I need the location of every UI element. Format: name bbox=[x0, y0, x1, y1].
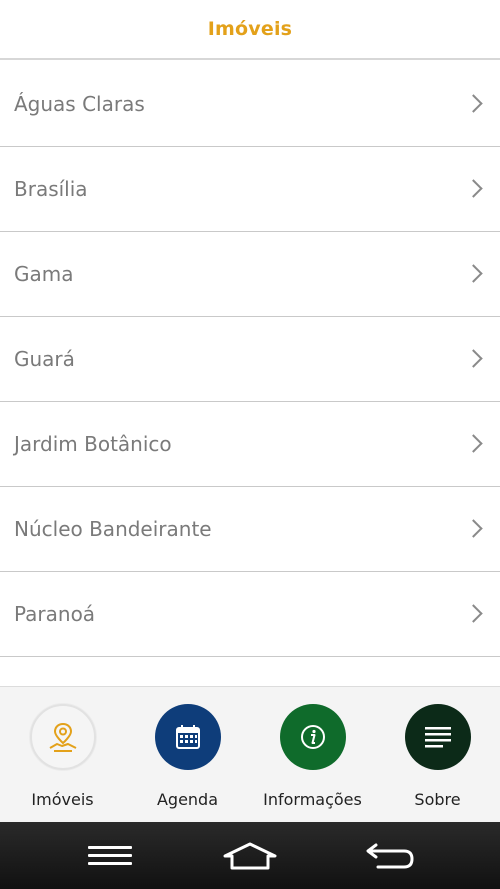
tab-imoveis[interactable]: Imóveis bbox=[0, 687, 125, 823]
system-home-button[interactable] bbox=[210, 834, 290, 878]
menu-lines-icon bbox=[424, 727, 451, 748]
tab-label: Imóveis bbox=[31, 790, 94, 809]
bottom-tab-bar: Imóveis Agenda Informações Sobre bbox=[0, 686, 500, 822]
tab-imoveis-circle[interactable] bbox=[29, 704, 96, 770]
page-title: Imóveis bbox=[207, 18, 293, 40]
hamburger-menu-icon bbox=[88, 846, 132, 865]
list-item-label: Brasília bbox=[14, 177, 88, 201]
list-item-jardim-botanico[interactable]: Jardim Botânico bbox=[0, 402, 500, 487]
chevron-right-icon bbox=[464, 264, 483, 283]
chevron-right-icon bbox=[464, 604, 483, 623]
chevron-right-icon bbox=[464, 519, 483, 538]
info-icon bbox=[300, 725, 325, 749]
list-item-nucleo-bandeirante[interactable]: Núcleo Bandeirante bbox=[0, 487, 500, 572]
tab-agenda-circle[interactable] bbox=[154, 704, 221, 770]
tab-label: Agenda bbox=[156, 790, 219, 809]
list-item-gama[interactable]: Gama bbox=[0, 232, 500, 317]
list-item-brasilia[interactable]: Brasília bbox=[0, 147, 500, 232]
system-navigation-bar bbox=[0, 822, 500, 889]
chevron-right-icon bbox=[464, 179, 483, 198]
list-item-guara[interactable]: Guará bbox=[0, 317, 500, 402]
chevron-right-icon bbox=[464, 94, 483, 113]
list-item-label: Jardim Botânico bbox=[14, 432, 172, 456]
list-item-label: Águas Claras bbox=[14, 92, 145, 116]
chevron-right-icon bbox=[464, 349, 483, 368]
app-header: Imóveis bbox=[0, 0, 500, 60]
home-icon bbox=[223, 842, 277, 870]
tab-informacoes[interactable]: Informações bbox=[250, 687, 375, 823]
chevron-right-icon bbox=[464, 434, 483, 453]
list-item-label: Gama bbox=[14, 262, 74, 286]
tab-label: Sobre bbox=[414, 790, 461, 809]
tab-informacoes-circle[interactable] bbox=[279, 704, 346, 770]
tab-sobre[interactable]: Sobre bbox=[375, 687, 500, 823]
system-back-button[interactable] bbox=[350, 834, 430, 878]
list-item-partial[interactable] bbox=[0, 657, 500, 686]
tab-agenda[interactable]: Agenda bbox=[125, 687, 250, 823]
tab-label: Informações bbox=[263, 790, 362, 809]
list-item-label: Guará bbox=[14, 347, 75, 371]
list-item-aguas-claras[interactable]: Águas Claras bbox=[0, 62, 500, 147]
list-item-label: Núcleo Bandeirante bbox=[14, 517, 212, 541]
list-item-paranoa[interactable]: Paranoá bbox=[0, 572, 500, 657]
list-item-label: Paranoá bbox=[14, 602, 96, 626]
tab-sobre-circle[interactable] bbox=[404, 704, 471, 770]
city-list: Águas Claras Brasília Gama Guará Jardim … bbox=[0, 62, 500, 686]
calendar-icon bbox=[175, 725, 200, 749]
system-menu-button[interactable] bbox=[70, 834, 150, 878]
location-pin-hand-icon bbox=[49, 722, 76, 752]
back-arrow-icon bbox=[366, 843, 414, 869]
